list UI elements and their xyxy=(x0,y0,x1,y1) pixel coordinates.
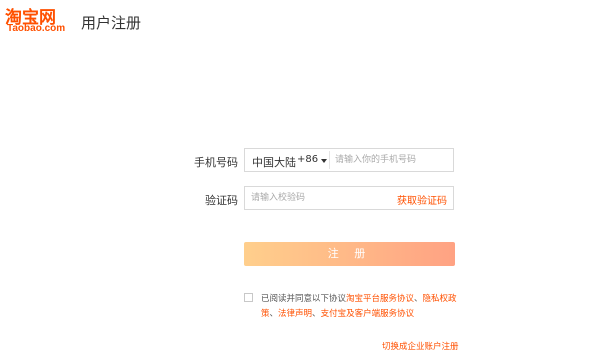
logo-text-en: Taobao.com xyxy=(7,23,66,34)
page-header: 淘宝网 Taobao.com 用户注册 xyxy=(0,0,600,40)
phone-field-group: 中国大陆 +86 xyxy=(244,148,455,172)
get-code-button[interactable]: 获取验证码 xyxy=(397,192,447,207)
alipay-agreement-link[interactable]: 支付宝及客户端服务协议 xyxy=(321,309,415,319)
register-button[interactable]: 注 册 xyxy=(244,242,455,266)
chevron-down-icon[interactable] xyxy=(321,159,327,163)
agreement-separator: 、 xyxy=(312,309,321,319)
switch-enterprise-link[interactable]: 切换成企业账户注册 xyxy=(382,340,459,352)
page-title: 用户注册 xyxy=(81,14,142,32)
service-agreement-link[interactable]: 淘宝平台服务协议 xyxy=(346,294,414,304)
phone-input[interactable] xyxy=(333,150,455,170)
sms-code-label: 验证码 xyxy=(205,194,238,207)
agreement-prefix: 已阅读并同意以下协议 xyxy=(261,294,347,304)
field-divider xyxy=(329,151,330,169)
agreement-checkbox[interactable] xyxy=(244,293,253,302)
phone-label: 手机号码 xyxy=(194,156,238,169)
agreement-separator: 、 xyxy=(414,294,423,304)
region-select[interactable]: 中国大陆 xyxy=(252,154,296,170)
sms-code-input[interactable] xyxy=(249,188,393,208)
taobao-logo[interactable]: 淘宝网 Taobao.com xyxy=(5,3,75,37)
country-code-select[interactable]: +86 xyxy=(297,154,318,165)
sms-field-group: 获取验证码 xyxy=(244,186,454,210)
agreement-text: 已阅读并同意以下协议淘宝平台服务协议、隐私权政策、法律声明、支付宝及客户端服务协… xyxy=(261,292,459,322)
legal-statement-link[interactable]: 法律声明 xyxy=(278,309,312,319)
agreement-separator: 、 xyxy=(269,309,279,319)
